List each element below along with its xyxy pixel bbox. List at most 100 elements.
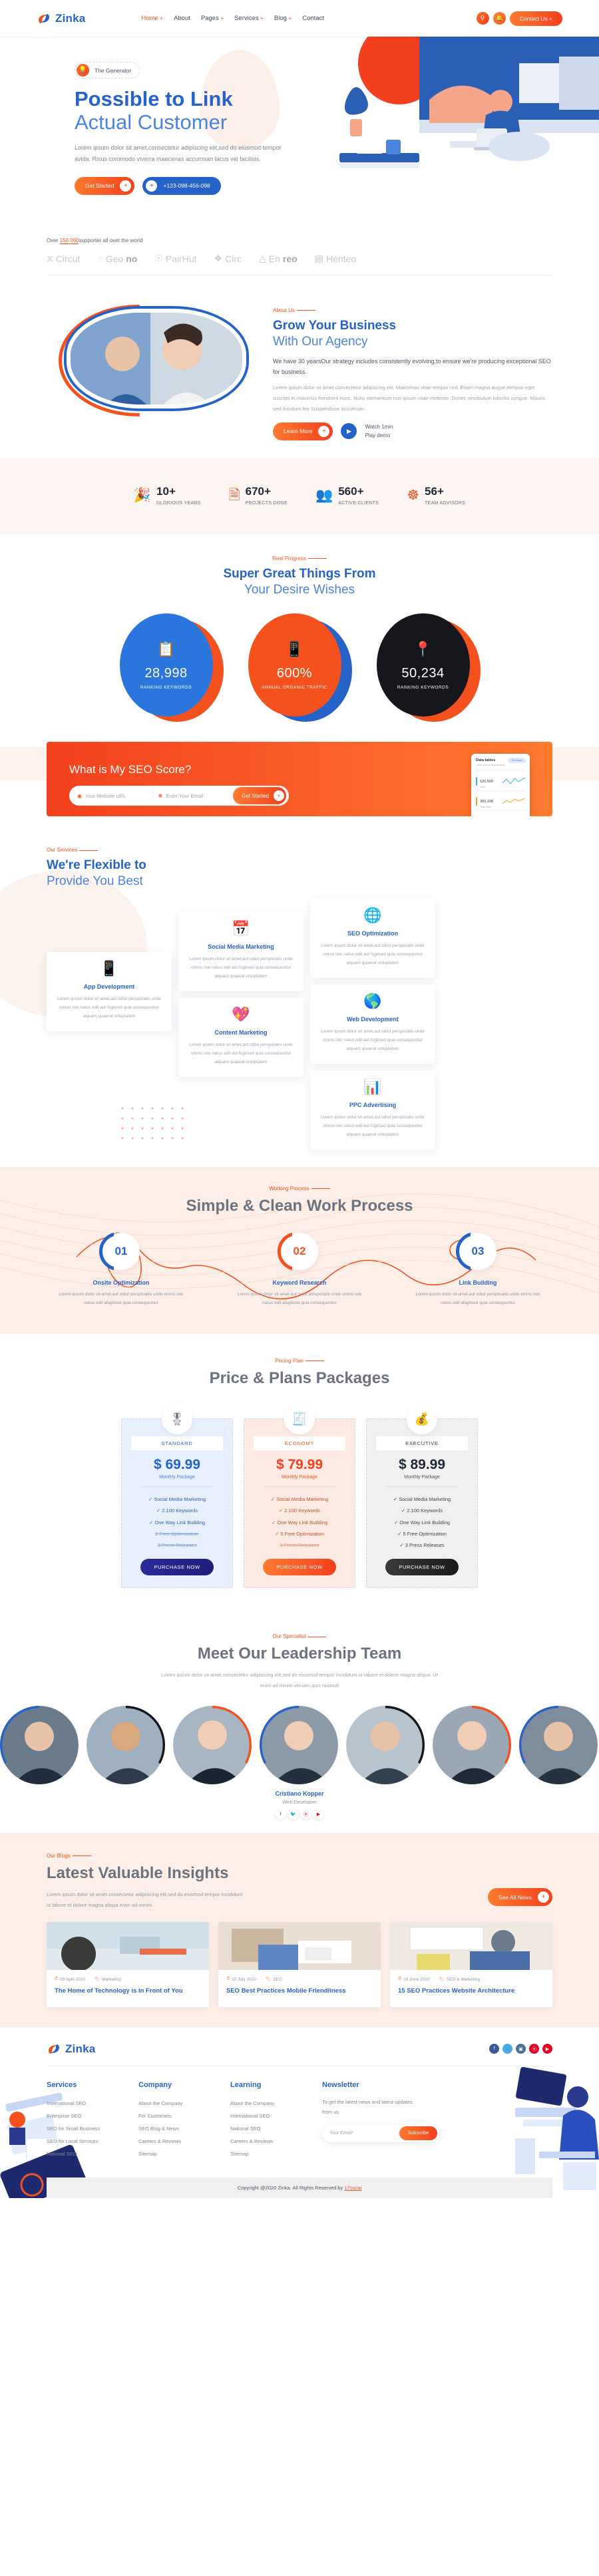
confetti-icon: 🎉 [133, 488, 152, 504]
team-member[interactable] [519, 1705, 599, 1820]
nav-item-pages[interactable]: Pages + [201, 15, 224, 22]
service-card-seo-optimization[interactable]: 🌐 SEO Optimization Lorem ipsum dolor sit… [310, 899, 435, 979]
seo-get-started-button[interactable]: Get Started + [233, 787, 287, 805]
brand-logo-circ: ❖ Circ [214, 253, 242, 264]
service-card-web-development[interactable]: 🌎 Web Development Lorem ipsum dolor sit … [310, 985, 435, 1064]
pricing-card-standard: 🎖 STANDARD $ 69.99 Monthly Package Socia… [121, 1404, 233, 1589]
blog-card[interactable]: ⏱ 10 July 2020 🏷 SEO SEO Best Practices Mo… [218, 1922, 381, 2007]
blog-card[interactable]: ⏱ 19 June 2020 🏷 SEO & Marketing 15 SEO Pr… [390, 1922, 552, 2007]
plan-price: $ 69.99 [153, 1457, 201, 1473]
pinterest-icon[interactable]: ⦿ [301, 1809, 311, 1820]
youtube-icon[interactable]: ▶ [313, 1809, 323, 1820]
service-title: Content Marketing [214, 1029, 268, 1037]
twitter-icon[interactable]: 🐦 [288, 1809, 298, 1820]
divider [387, 1486, 457, 1488]
team-member[interactable] [87, 1705, 166, 1820]
footer-link[interactable]: Careers & Reviews [138, 2135, 230, 2148]
seo-card-row: 360,108 Page Views [476, 790, 525, 810]
footer-heading: Newsletter [322, 2080, 359, 2089]
footer-link[interactable]: National SEO [47, 2148, 138, 2160]
counter-item: 🎉 10+ GLORIOUS YEARS [134, 486, 201, 506]
footer-link[interactable]: SEO for Local Services [47, 2135, 138, 2148]
footer-link[interactable]: National SEO [230, 2122, 322, 2135]
purchase-button-standard[interactable]: PURCHASE NOW [140, 1559, 214, 1576]
subscribe-button[interactable]: Subscribe [399, 2126, 437, 2141]
get-started-button[interactable]: Get Started + [75, 176, 135, 195]
footer-link[interactable]: Careers & Reviews [230, 2135, 322, 2148]
footer-link[interactable]: About the Company [138, 2097, 230, 2110]
nav-item-about[interactable]: About [174, 15, 190, 22]
website-url-field[interactable]: ◉ Your Website URL [77, 793, 152, 799]
team-member[interactable] [433, 1705, 512, 1820]
plus-icon: + [538, 1891, 549, 1903]
about-eyebrow: About Us [273, 307, 315, 313]
phone-label: +123-098-456-098 [163, 182, 210, 190]
service-card-content-marketing[interactable]: 💖 Content Marketing Lorem ipsum dolor si… [178, 998, 303, 1078]
nav-item-services[interactable]: Services + [234, 15, 264, 22]
phone-button[interactable]: + +123-098-456-098 [142, 176, 221, 195]
counter-value: 10+ [156, 484, 176, 498]
step-text: Lorem ipsum dolor sit amet,aut odiut per… [415, 1292, 540, 1306]
footer-logo[interactable]: Zinka [47, 2042, 95, 2056]
brand-logo-pairhut: ☉ PairHut [154, 253, 197, 264]
footer-link[interactable]: SEO Blog & News [138, 2122, 230, 2135]
hero-content: 💡 The Generator Possible to Link Actual … [75, 62, 341, 195]
service-card-app-development[interactable]: 📱 App Development Lorem ipsum dolor sit … [47, 952, 172, 1032]
see-all-news-button[interactable]: See All News + [487, 1888, 552, 1907]
newsletter-email-input[interactable]: Your Email* [329, 2131, 353, 2136]
footer-link[interactable]: Enterprise SEO [47, 2110, 138, 2122]
purchase-button-economy[interactable]: PURCHASE NOW [263, 1559, 336, 1576]
site-footer: Zinka f 🐦 ▣ ⦿ ▶ Services International S… [0, 2026, 599, 2199]
purchase-button-executive[interactable]: PURCHASE NOW [385, 1559, 459, 1576]
footer-socials: f 🐦 ▣ ⦿ ▶ [489, 2044, 552, 2054]
step-title: Link Building [459, 1279, 497, 1287]
clipboard-icon: 📋 [156, 640, 176, 657]
footer-link[interactable]: Sitemap [138, 2148, 230, 2160]
team-member[interactable] [173, 1705, 253, 1820]
copyright-link[interactable]: 17sucai [344, 2185, 361, 2191]
seo-card-pill[interactable]: This Month [508, 758, 526, 764]
twitter-icon[interactable]: 🐦 [502, 2044, 512, 2054]
footer-link[interactable]: SEO for Small Business [47, 2122, 138, 2135]
tag-icon: 🏷 [265, 1977, 272, 1983]
feature-item: 2.100 Keywords [254, 1505, 345, 1516]
team-member[interactable] [0, 1705, 80, 1820]
email-field[interactable]: ❋ Enter Your Email [153, 793, 234, 799]
search-icon[interactable]: ⚲ [476, 12, 489, 25]
team-member[interactable] [346, 1705, 426, 1820]
blog-tag: SEO [273, 1977, 282, 1982]
site-logo[interactable]: Zinka [37, 11, 85, 26]
service-card-social-media-marketing[interactable]: 📅 Social Media Marketing Lorem ipsum dol… [178, 912, 303, 992]
footer-link[interactable]: About the Company [230, 2097, 322, 2110]
contact-us-button[interactable]: Contact Us + [509, 11, 562, 26]
footer-link[interactable]: International SEO [47, 2097, 138, 2110]
learn-more-button[interactable]: Learn More + [273, 422, 333, 440]
bell-icon[interactable]: 🔔 [493, 12, 506, 25]
footer-link[interactable]: International SEO [230, 2110, 322, 2122]
youtube-icon[interactable]: ▶ [542, 2044, 552, 2054]
nav-item-contact[interactable]: Contact [302, 15, 324, 22]
footer-link[interactable]: Sitemap [230, 2148, 322, 2160]
footer-link[interactable]: For Customers [138, 2110, 230, 2122]
seo-button-label: Get Started [242, 792, 270, 799]
about-photo [67, 309, 246, 408]
service-card-ppc-advertising[interactable]: 📊 PPC Advertising Lorem ipsum dolor sit … [310, 1070, 435, 1150]
team-member-active[interactable]: Cristiano Kopper Web Developer f 🐦 ⦿ ▶ [260, 1705, 339, 1820]
nav-item-blog[interactable]: Blog + [274, 15, 292, 22]
blog-meta: ⏱ 09 April 2020 🏷 Marketing [55, 1977, 201, 1982]
services-section: Our Services We're Flexible to Provide Y… [0, 831, 599, 1168]
pinterest-icon[interactable]: ⦿ [529, 2044, 539, 2054]
facebook-icon[interactable]: f [276, 1809, 286, 1820]
step-circle: 02 [278, 1232, 318, 1271]
nav-item-home[interactable]: Home + [141, 15, 163, 22]
play-icon[interactable]: ▶ [341, 423, 357, 440]
instagram-icon[interactable]: ▣ [516, 2044, 526, 2054]
hero-title-line1: Possible to Link [75, 87, 233, 110]
bulb-icon: 💡 [77, 64, 89, 77]
blog-card[interactable]: ⏱ 09 April 2020 🏷 Marketing The Home of Te… [47, 1922, 209, 2007]
facebook-icon[interactable]: f [489, 2044, 499, 2054]
services-eyebrow: Our Services [47, 847, 98, 853]
blog-title: Latest Valuable Insights [47, 1863, 229, 1882]
plan-period: Monthly Package [282, 1475, 317, 1480]
footer-heading: Company [138, 2080, 172, 2089]
